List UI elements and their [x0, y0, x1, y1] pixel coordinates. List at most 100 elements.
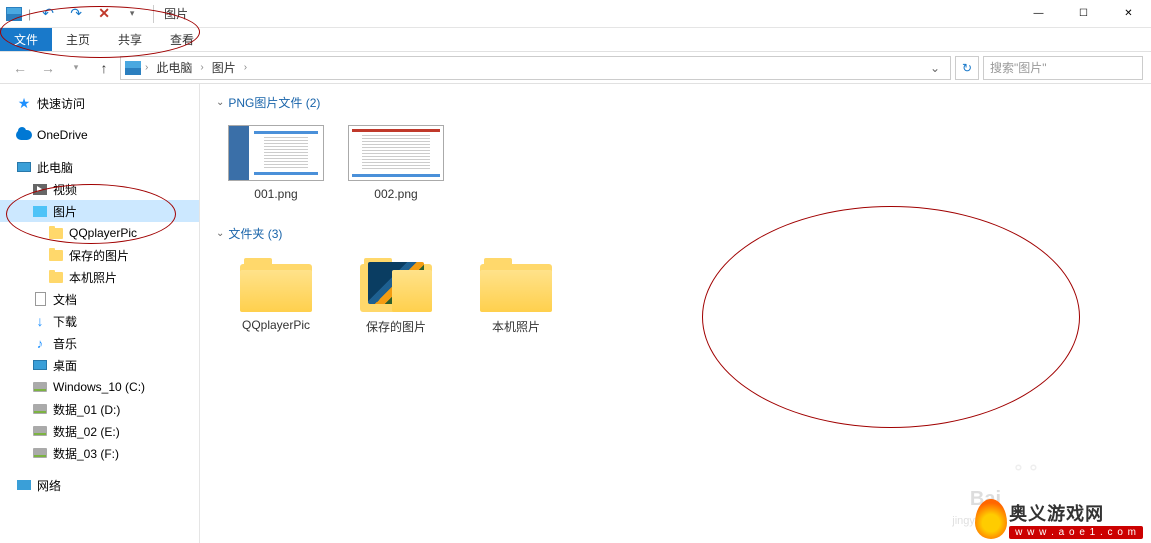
address-dropdown-icon[interactable]: ⌄: [924, 61, 946, 75]
search-input[interactable]: [990, 61, 1136, 75]
tree-desktop[interactable]: 桌面: [0, 354, 199, 376]
refresh-button[interactable]: ↻: [955, 56, 979, 80]
nav-forward-button[interactable]: →: [36, 56, 60, 80]
folder-icon: [480, 256, 552, 312]
flame-icon: [975, 499, 1007, 539]
tree-label: OneDrive: [37, 128, 88, 142]
tree-label: 数据_02 (E:): [53, 423, 120, 440]
tree-label: 快速访问: [37, 95, 85, 112]
tree-videos[interactable]: 视频: [0, 178, 199, 200]
folder-icon: [48, 269, 64, 285]
titlebar-separator: [153, 5, 154, 23]
tree-label: 数据_03 (F:): [53, 445, 119, 462]
group-title: 文件夹 (3): [228, 225, 282, 242]
ribbon-tab-share[interactable]: 共享: [104, 28, 156, 51]
nav-history-dropdown[interactable]: ▾: [64, 56, 88, 80]
tree-folder-saved[interactable]: 保存的图片: [0, 244, 199, 266]
tree-folder-local[interactable]: 本机照片: [0, 266, 199, 288]
ribbon-tabs: 文件 主页 共享 查看: [0, 28, 1151, 52]
folder-item[interactable]: QQplayerPic: [226, 252, 326, 339]
music-icon: ♪: [32, 335, 48, 351]
minimize-button[interactable]: —: [1016, 0, 1061, 28]
tree-folder-qqplayer[interactable]: QQplayerPic: [0, 222, 199, 244]
watermark-site-url: w w w . a o e 1 . c o m: [1009, 526, 1143, 539]
tree-label: 此电脑: [37, 159, 73, 176]
folder-item[interactable]: 保存的图片: [346, 252, 446, 339]
address-box[interactable]: › 此电脑 › 图片 › ⌄: [120, 56, 951, 80]
tree-label: 本机照片: [69, 269, 117, 286]
pc-icon: [16, 159, 32, 175]
tree-documents[interactable]: 文档: [0, 288, 199, 310]
picture-icon: [32, 203, 48, 219]
tree-label: 保存的图片: [69, 247, 129, 264]
tree-drive-c[interactable]: Windows_10 (C:): [0, 376, 199, 398]
nav-back-button[interactable]: ←: [8, 56, 32, 80]
tree-network[interactable]: 网络: [0, 474, 199, 496]
ribbon-tab-file[interactable]: 文件: [0, 28, 52, 51]
tree-downloads[interactable]: ↓ 下载: [0, 310, 199, 332]
ribbon-tab-view[interactable]: 查看: [156, 28, 208, 51]
tree-label: 文档: [53, 291, 77, 308]
file-name: 002.png: [374, 187, 417, 201]
file-item[interactable]: 002.png: [346, 121, 446, 205]
desktop-icon: [32, 357, 48, 373]
chevron-down-icon: ⌄: [216, 97, 224, 108]
tree-label: 网络: [37, 477, 61, 494]
address-bar: ← → ▾ ↑ › 此电脑 › 图片 › ⌄ ↻: [0, 52, 1151, 84]
crumb-chevron-icon[interactable]: ›: [244, 62, 247, 73]
tree-label: 数据_01 (D:): [53, 401, 120, 418]
navigation-tree: ★ 快速访问 OneDrive 此电脑 视频 图片 QQplayerPic 保存…: [0, 84, 200, 543]
nav-up-button[interactable]: ↑: [92, 56, 116, 80]
file-thumbnail: [228, 125, 324, 181]
tree-label: 下载: [53, 313, 77, 330]
file-item[interactable]: 001.png: [226, 121, 326, 205]
tree-drive-d[interactable]: 数据_01 (D:): [0, 398, 199, 420]
breadcrumb-root[interactable]: 此电脑: [152, 59, 196, 76]
tree-label: 图片: [53, 203, 77, 220]
star-icon: ★: [16, 95, 32, 111]
cloud-icon: [16, 127, 32, 143]
tree-label: Windows_10 (C:): [53, 380, 145, 394]
crumb-chevron-icon[interactable]: ›: [200, 62, 203, 73]
address-location-icon: [125, 61, 141, 75]
watermark-site: 奥义游戏网 w w w . a o e 1 . c o m: [975, 499, 1143, 539]
group-title: PNG图片文件 (2): [228, 94, 320, 111]
group-header-png[interactable]: ⌄ PNG图片文件 (2): [216, 94, 1135, 111]
file-name: 001.png: [254, 187, 297, 201]
tree-quick-access[interactable]: ★ 快速访问: [0, 92, 199, 114]
document-icon: [32, 291, 48, 307]
qat-dropdown-icon[interactable]: ▾: [121, 3, 143, 25]
chevron-down-icon: ⌄: [216, 228, 224, 239]
tree-pictures[interactable]: 图片: [0, 200, 199, 222]
disk-icon: [32, 445, 48, 461]
folder-name: 本机照片: [492, 318, 540, 335]
content-pane[interactable]: ⌄ PNG图片文件 (2) 001.png 002.png ⌄ 文件夹 (3): [200, 84, 1151, 543]
disk-icon: [32, 401, 48, 417]
folder-icon: [360, 256, 432, 312]
window-title: 图片: [164, 5, 188, 22]
group-header-folders[interactable]: ⌄ 文件夹 (3): [216, 225, 1135, 242]
tree-label: 音乐: [53, 335, 77, 352]
group-items-png: 001.png 002.png: [216, 121, 1135, 205]
download-icon: ↓: [32, 313, 48, 329]
breadcrumb-current[interactable]: 图片: [208, 59, 240, 76]
folder-icon: [48, 225, 64, 241]
app-icon: [6, 7, 22, 21]
titlebar: | ↶ ↷ ✕ ▾ 图片 — ☐ ✕: [0, 0, 1151, 28]
search-box[interactable]: [983, 56, 1143, 80]
qat-redo-icon[interactable]: ↷: [65, 3, 87, 25]
folder-item[interactable]: 本机照片: [466, 252, 566, 339]
tree-drive-f[interactable]: 数据_03 (F:): [0, 442, 199, 464]
tree-label: 桌面: [53, 357, 77, 374]
tree-onedrive[interactable]: OneDrive: [0, 124, 199, 146]
tree-this-pc[interactable]: 此电脑: [0, 156, 199, 178]
close-button[interactable]: ✕: [1106, 0, 1151, 28]
tree-drive-e[interactable]: 数据_02 (E:): [0, 420, 199, 442]
qat-undo-icon[interactable]: ↶: [37, 3, 59, 25]
folder-name: QQplayerPic: [242, 318, 310, 332]
crumb-chevron-icon[interactable]: ›: [145, 62, 148, 73]
maximize-button[interactable]: ☐: [1061, 0, 1106, 28]
qat-delete-icon[interactable]: ✕: [93, 3, 115, 25]
tree-music[interactable]: ♪ 音乐: [0, 332, 199, 354]
ribbon-tab-home[interactable]: 主页: [52, 28, 104, 51]
